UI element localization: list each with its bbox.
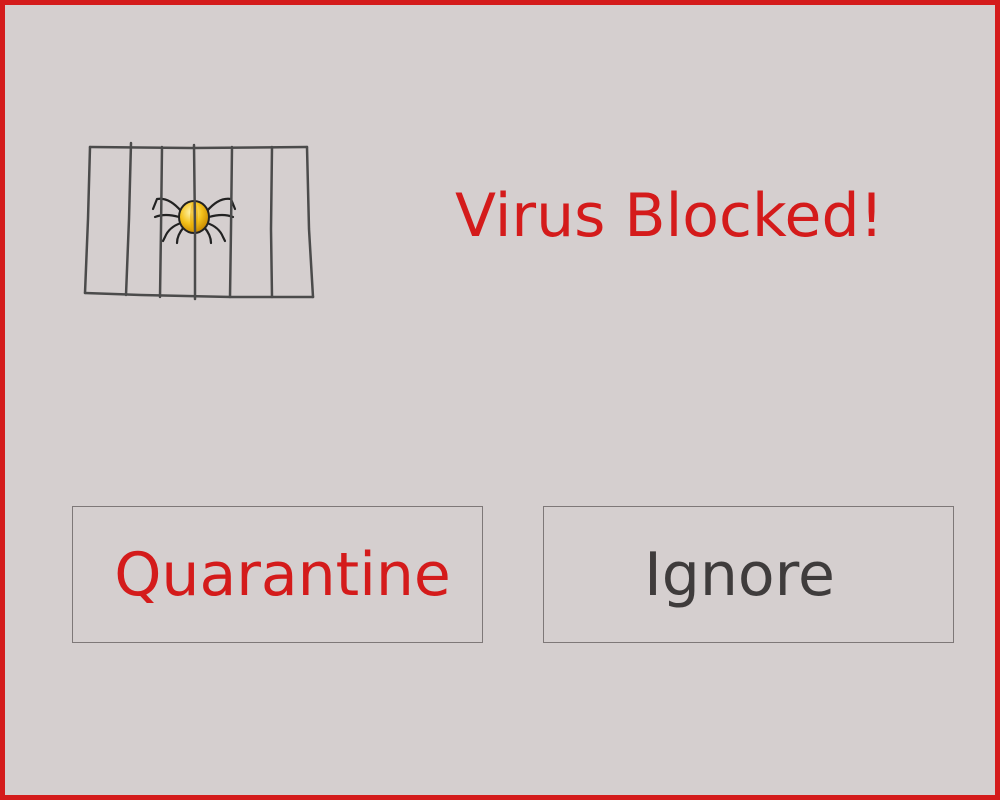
ignore-button[interactable]: Ignore bbox=[543, 506, 954, 643]
caged-bug-icon bbox=[81, 139, 319, 303]
quarantine-button[interactable]: Quarantine bbox=[72, 506, 483, 643]
virus-alert-dialog: Virus Blocked! Quarantine Ignore bbox=[0, 0, 1000, 800]
ignore-button-label: Ignore bbox=[644, 539, 835, 610]
quarantine-button-label: Quarantine bbox=[114, 539, 451, 610]
dialog-title: Virus Blocked! bbox=[455, 181, 884, 251]
